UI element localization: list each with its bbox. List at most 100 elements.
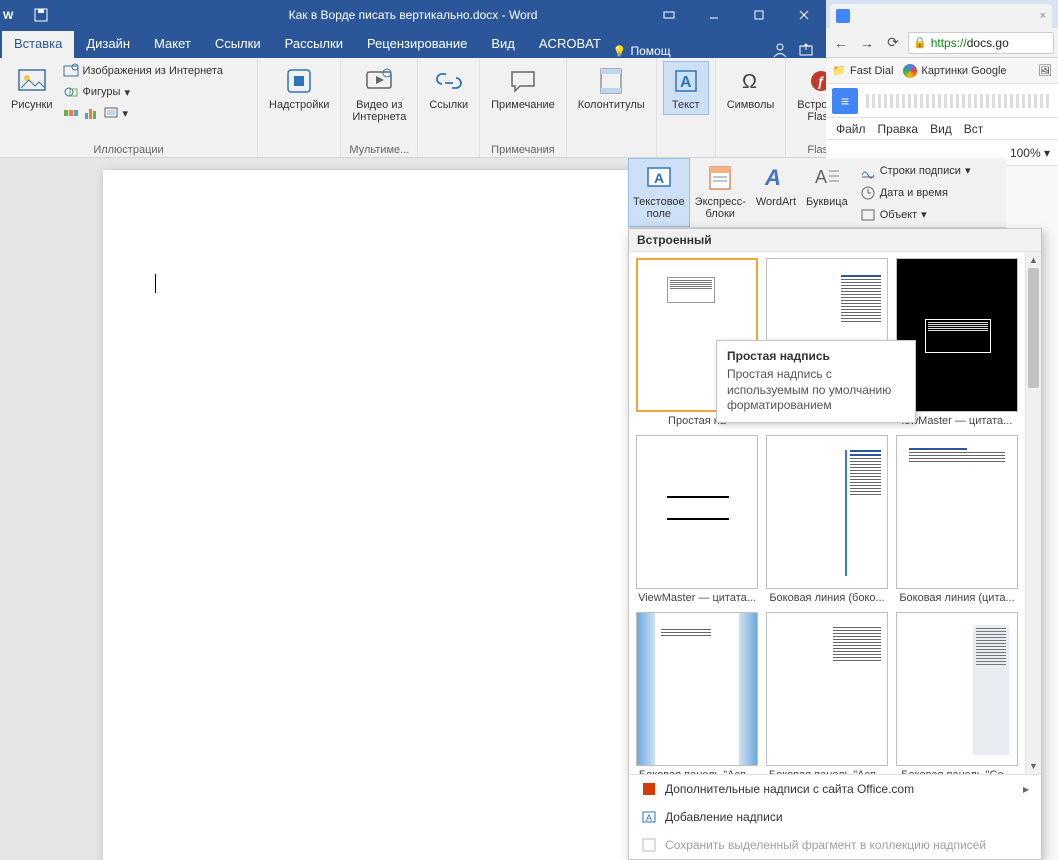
svg-text:A: A [654,170,664,186]
group-headerfooter: Колонтитулы [567,58,657,157]
gallery-item-viewmaster-quote[interactable]: ViewMaster — цитата... [635,435,759,604]
window-buttons [646,0,826,30]
gallery-item-sideline-sidebar[interactable]: Боковая линия (боко... [765,435,889,604]
gallery-item-aspect-sidebar-1[interactable]: Боковая панель "Асп... [635,612,759,774]
btn-text[interactable]: A Текст [663,61,709,115]
tab-acrobat[interactable]: ACROBAT [527,31,613,58]
btn-signature-line[interactable]: Строки подписи ▾ [857,161,974,181]
group-media: Видео из Интернета Мультиме... [341,58,418,157]
btn-online-images[interactable]: Изображения из Интернета [60,61,226,81]
btn-shapes[interactable]: Фигуры ▾ [60,82,226,102]
gdocs-menu-insert[interactable]: Вст [964,122,984,136]
tab-insert[interactable]: Вставка [2,31,74,58]
tab-view[interactable]: Вид [479,31,527,58]
chrome-back-icon[interactable]: ← [830,32,852,54]
chrome-tab[interactable]: × [830,4,1052,28]
omega-icon: Ω [735,65,767,97]
chrome-toolbar: ← → ⟳ 🔒 https://docs.go [826,28,1058,58]
url-text: docs.go [967,36,1009,50]
btn-pictures[interactable]: Рисунки [6,61,58,123]
gallery-scroll-area[interactable]: Простая на iewMaster — цитата... ViewMas… [629,252,1025,774]
svg-text:A: A [764,165,781,190]
text-icon: A [670,65,702,97]
textbox-icon: A [643,162,675,194]
group-label-headerfooter [573,142,650,156]
tab-mailings[interactable]: Рассылки [273,31,355,58]
btn-textbox[interactable]: A Текстовое поле [628,158,690,227]
word-app-icon: W [0,7,30,23]
chrome-tab-close-icon[interactable]: × [1040,10,1046,22]
tell-me-input[interactable]: Помощ [613,44,671,58]
svg-text:A: A [680,74,692,91]
gdocs-menu-file[interactable]: Файл [836,122,866,136]
btn-dropcap[interactable]: A Буквица [801,158,853,227]
btn-wordart[interactable]: A WordArt [751,158,801,227]
account-icon[interactable] [772,42,788,58]
video-icon [363,65,395,97]
tab-design[interactable]: Дизайн [74,31,142,58]
gallery-more-office[interactable]: Дополнительные надписи с сайта Office.co… [629,775,1041,803]
quickaccess-save-icon[interactable] [34,8,48,22]
tooltip-title: Простая надпись [727,349,905,363]
gdocs-menu-view[interactable]: Вид [930,122,952,136]
chrome-url-input[interactable]: 🔒 https://docs.go [908,32,1054,54]
save-selection-icon [641,837,657,853]
screenshot-icon [103,105,119,121]
bookmark-google-images[interactable]: Картинки Google [903,64,1006,78]
btn-object[interactable]: Объект ▾ [857,205,974,225]
share-icon[interactable] [798,42,814,58]
gallery-scrollbar[interactable]: ▲ ▼ [1025,252,1041,774]
chevron-right-icon: ▸ [1023,782,1029,796]
gdocs-menu-bar: Файл Правка Вид Вст [826,118,1058,140]
bookmark-fastdial[interactable]: 📁Fast Dial [832,64,893,78]
btn-addins[interactable]: Надстройки [264,61,334,115]
google-icon [903,64,917,78]
gallery-draw-textbox[interactable]: A Добавление надписи [629,803,1041,831]
chrome-tab-title [854,10,1036,22]
tab-review[interactable]: Рецензирование [355,31,479,58]
gdocs-logo-icon[interactable]: ≡ [832,88,858,114]
pictures-icon [16,65,48,97]
scroll-thumb[interactable] [1028,268,1039,388]
gallery-item-sideline-quote[interactable]: Боковая линия (цита... [895,435,1019,604]
btn-comment[interactable]: Примечание [486,61,560,115]
gdocs-doc-title[interactable] [866,94,1052,108]
chrome-forward-icon[interactable]: → [856,32,878,54]
chrome-reload-icon[interactable]: ⟳ [882,32,904,54]
group-label-links [424,142,473,156]
btn-symbols[interactable]: Ω Символы [722,61,780,115]
gdocs-menu-edit[interactable]: Правка [878,122,919,136]
office-icon [641,781,657,797]
scroll-up-icon[interactable]: ▲ [1026,252,1041,268]
addins-icon [283,65,315,97]
window-title: Как в Ворде писать вертикально.docx - Wo… [289,8,538,22]
svg-text:Ω: Ω [742,71,757,93]
shapes-icon [63,84,79,100]
gallery-item-semaphore-sidebar[interactable]: Боковая панель "Се... [895,612,1019,774]
lock-icon: 🔒 [913,36,927,49]
object-icon [860,207,876,223]
bookmark-more-icon[interactable]: 🖼 [1038,64,1052,77]
ribbon-corner [772,42,824,58]
signature-icon [860,163,876,179]
svg-text:W: W [3,10,14,22]
tab-references[interactable]: Ссылки [203,31,273,58]
close-icon[interactable] [781,0,826,30]
minimize-icon[interactable] [691,0,736,30]
btn-online-video[interactable]: Видео из Интернета [347,61,411,127]
chart-icon [83,105,99,121]
btn-misc-icons[interactable]: ▾ [60,103,226,123]
ribbon-display-icon[interactable] [646,0,691,30]
gallery-item-aspect-sidebar-2[interactable]: Боковая панель "Асп... [765,612,889,774]
tab-layout[interactable]: Макет [142,31,203,58]
group-comments: Примечание Примечания [480,58,567,157]
scroll-down-icon[interactable]: ▼ [1026,758,1041,774]
btn-links[interactable]: Ссылки [424,61,473,115]
group-links: Ссылки [418,58,480,157]
btn-quick-parts[interactable]: Экспресс- блоки [690,158,751,227]
textbox-gallery: Встроенный Простая на iewMaster — цитата… [628,228,1042,860]
btn-date-time[interactable]: Дата и время [857,183,974,203]
ribbon: Рисунки Изображения из Интернета Фигуры … [0,58,826,158]
maximize-icon[interactable] [736,0,781,30]
btn-headerfooter[interactable]: Колонтитулы [573,61,650,115]
